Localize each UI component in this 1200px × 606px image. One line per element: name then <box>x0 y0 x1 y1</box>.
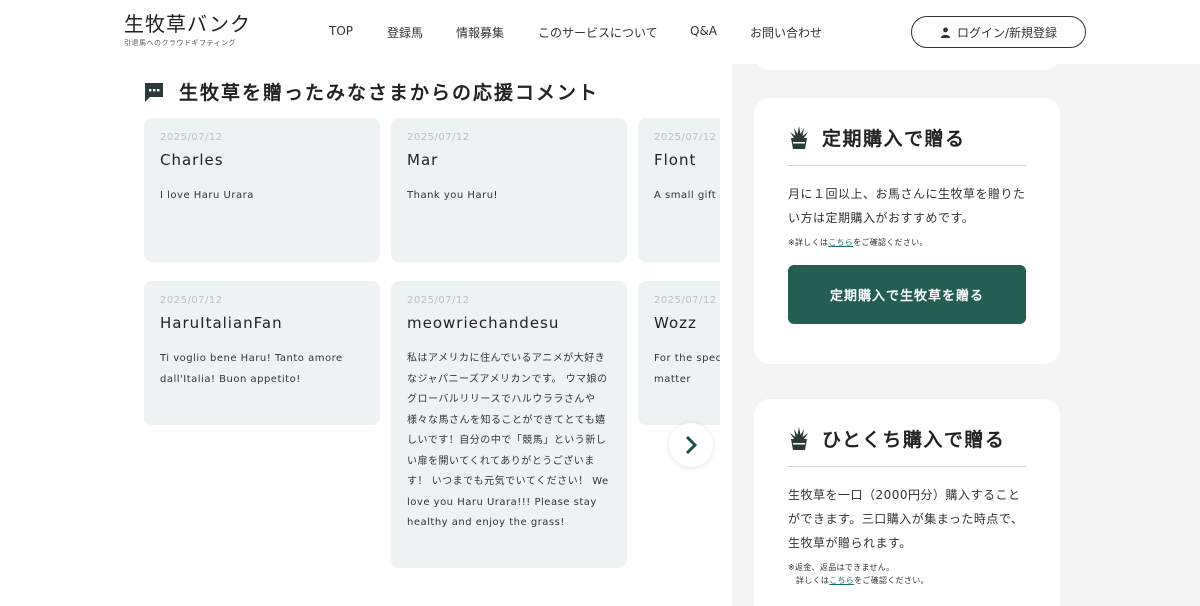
note-suffix: をご確認ください。 <box>853 238 928 247</box>
grass-bucket-icon <box>790 426 808 450</box>
comment-date: 2025/07/12 <box>160 295 223 306</box>
comment-card: 2025/07/12 Flont A small gift horse <box>638 118 720 262</box>
single-purchase-note: ※返金、返品はできません。 詳しくはこちらをご確認ください。 <box>788 561 1026 587</box>
logo-title: 生牧草バンク <box>124 12 251 36</box>
details-link[interactable]: こちら <box>828 238 853 247</box>
subscription-note: ※詳しくはこちらをご確認ください。 <box>788 236 1026 249</box>
nav-top[interactable]: TOP <box>329 24 353 38</box>
comment-author: Flont <box>654 151 697 169</box>
subscription-title: 定期購入で贈る <box>822 128 966 150</box>
user-icon <box>940 27 951 38</box>
login-label: ログイン/新規登録 <box>956 25 1058 40</box>
comment-date: 2025/07/12 <box>407 295 470 306</box>
comment-date: 2025/07/12 <box>160 132 223 143</box>
subscription-description: 月に１回以上、お馬さんに生牧草を贈りたい方は定期購入がおすすめです。 <box>788 187 1026 225</box>
comment-date: 2025/07/12 <box>407 132 470 143</box>
comment-card: 2025/07/12 Mar Thank you Haru! <box>391 118 627 262</box>
comment-card: 2025/07/12 Charles I love Haru Urara <box>144 118 380 262</box>
nav-contact[interactable]: お問い合わせ <box>750 24 822 41</box>
note-prefix: ※詳しくは <box>788 238 829 247</box>
site-header: 生牧草バンク 引退馬へのクラウドギフティング TOP 登録馬 情報募集 このサー… <box>0 0 1200 64</box>
comment-date: 2025/07/12 <box>654 295 717 306</box>
nav-qa[interactable]: Q&A <box>690 24 717 38</box>
logo-tagline: 引退馬へのクラウドギフティング <box>124 39 237 47</box>
note-prefix: 詳しくは <box>796 576 830 585</box>
nav-about-service[interactable]: このサービスについて <box>538 24 658 41</box>
comments-section-header: 生牧草を贈ったみなさまからの応援コメント <box>143 78 599 105</box>
subscription-panel-header: 定期購入で贈る <box>788 124 1026 166</box>
subscription-purchase-button[interactable]: 定期購入で生牧草を贈る <box>788 265 1026 324</box>
comment-text: Thank you Haru! <box>407 190 499 201</box>
note-suffix: をご確認ください。 <box>854 576 929 585</box>
details-link[interactable]: こちら <box>829 576 854 585</box>
comment-text: 私はアメリカに住んでいるアニメが大好きなジャパニーズアメリカンです。 ウマ娘のグ… <box>407 353 609 528</box>
login-register-button[interactable]: ログイン/新規登録 <box>911 16 1086 48</box>
nav-info-request[interactable]: 情報募集 <box>456 24 504 41</box>
comment-text: A small gift horse <box>654 190 720 201</box>
comment-text: For the spec up no matter <box>654 353 720 385</box>
single-purchase-title: ひとくち購入で贈る <box>822 429 1006 451</box>
comment-author: Charles <box>160 151 224 169</box>
refund-note: ※返金、返品はできません。 <box>788 563 895 572</box>
comment-card: 2025/07/12 HaruItalianFan Ti voglio bene… <box>144 281 380 425</box>
single-purchase-panel: ひとくち購入で贈る 生牧草を一口（2000円分）購入することができます。三口購入… <box>754 399 1060 606</box>
nav-registered-horses[interactable]: 登録馬 <box>387 24 423 41</box>
subscription-panel: 定期購入で贈る 月に１回以上、お馬さんに生牧草を贈りたい方は定期購入がおすすめで… <box>754 98 1060 364</box>
comment-date: 2025/07/12 <box>654 132 717 143</box>
site-logo[interactable]: 生牧草バンク 引退馬へのクラウドギフティング <box>124 12 251 48</box>
comment-author: Mar <box>407 151 439 169</box>
comments-section-title: 生牧草を贈ったみなさまからの応援コメント <box>179 82 600 104</box>
grass-bucket-icon <box>790 125 808 149</box>
carousel-next-button[interactable] <box>669 423 713 467</box>
single-purchase-panel-header: ひとくち購入で贈る <box>788 425 1026 467</box>
comment-text: Ti voglio bene Haru! Tanto amore dall'It… <box>160 353 343 385</box>
comment-bubble-icon <box>145 82 163 102</box>
comment-card: 2025/07/12 Wozz For the spec up no matte… <box>638 281 720 425</box>
single-purchase-description: 生牧草を一口（2000円分）購入することができます。三口購入が集まった時点で、生… <box>788 488 1024 550</box>
comment-author: HaruItalianFan <box>160 314 283 332</box>
comment-text: I love Haru Urara <box>160 190 254 201</box>
comment-author: meowriechandesu <box>407 314 560 332</box>
comment-author: Wozz <box>654 314 697 332</box>
comment-card: 2025/07/12 meowriechandesu 私はアメリカに住んでいるア… <box>391 281 627 568</box>
comments-carousel: 2025/07/12 Charles I love Haru Urara 202… <box>144 118 720 606</box>
chevron-right-icon <box>685 435 698 455</box>
